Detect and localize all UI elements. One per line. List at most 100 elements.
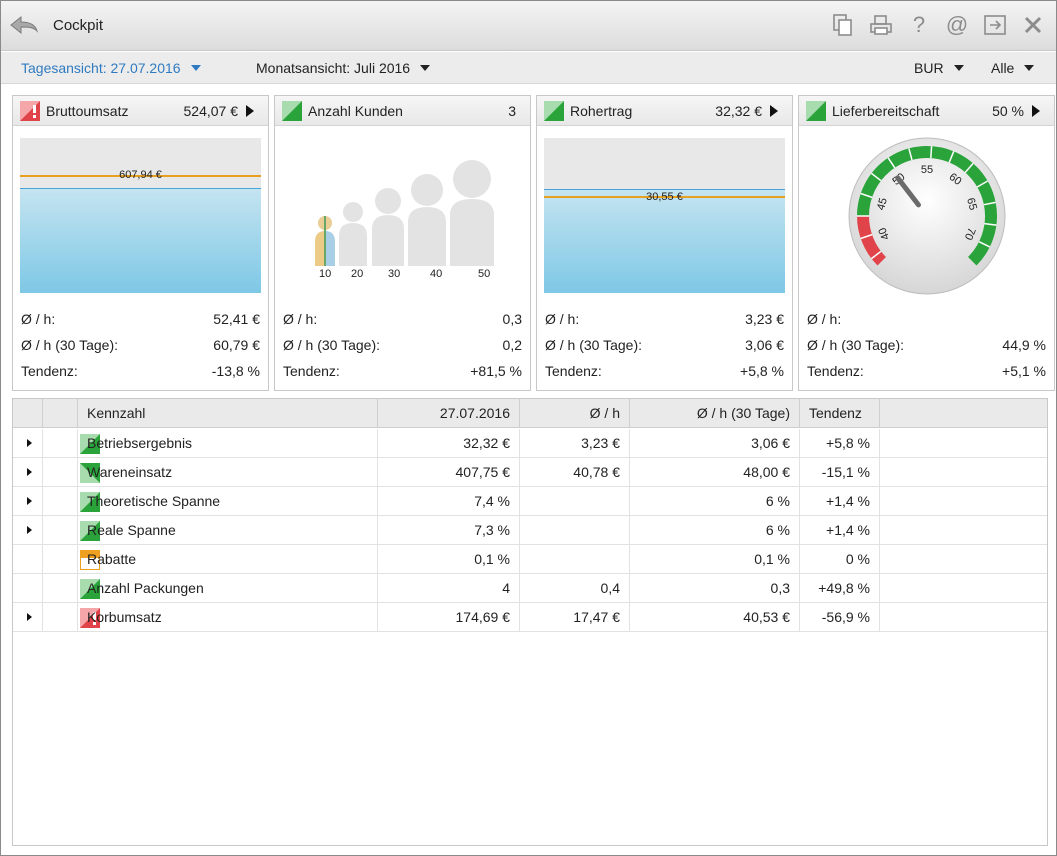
play-arrow-icon[interactable] [246,105,254,117]
card-header: Bruttoumsatz 524,07 € [13,96,268,126]
view-toolbar: Tagesansicht: 27.07.2016 Monatsansicht: … [1,52,1056,84]
day-view-dropdown[interactable]: Tagesansicht: 27.07.2016 [21,60,201,76]
card-stats: Ø / h: 0,3 Ø / h (30 Tage): 0,2 Tendenz: +8… [283,311,522,389]
current-level-line [20,188,261,189]
card-lieferbereitschaft[interactable]: Lieferbereitschaft 50 % 40455055606570 Ø… [798,95,1055,391]
stat-value: +5,1 % [1002,363,1046,379]
stat-label: Tendenz: [807,363,864,379]
customer-scale: 10 20 30 40 50 [305,268,505,284]
stat-label: Ø / h (30 Tage): [21,337,119,353]
stat-label: Ø / h (30 Tage): [283,337,381,353]
card-rohertrag[interactable]: Rohertrag 32,32 € 30,55 € Ø / h: 3,23 € Ø… [536,95,793,391]
expand-arrow-icon[interactable] [27,526,32,534]
print-icon[interactable] [868,12,894,38]
kennzahl-name: Betriebsergebnis [78,429,378,458]
stat-label: Ø / h: [283,311,318,327]
gauge-tick [930,146,933,159]
scale-label: 30 [388,268,401,280]
copy-document-icon[interactable] [830,12,856,38]
expander-cell [13,487,43,516]
table-row[interactable]: Reale Spanne 7,3 % 6 % +1,4 % [13,516,1047,545]
title-bar-icons: ? @ [830,12,1046,38]
trend-value: +49,8 % [800,574,880,603]
date-value: 0,1 % [378,545,520,574]
stat-label: Ø / h: [21,311,56,327]
stat-label: Ø / h (30 Tage): [807,337,905,353]
chevron-down-icon [190,65,201,71]
back-arrow-icon[interactable] [9,13,39,37]
table-row[interactable]: Theoretische Spanne 7,4 % 6 % +1,4 % [13,487,1047,516]
scale-label: 20 [351,268,364,280]
table-row[interactable]: Anzahl Packungen 4 0,4 0,3 +49,8 % [13,574,1047,603]
status-cell [43,574,100,603]
chevron-down-icon [420,65,431,71]
gauge-chart: 40455055606570 [848,137,1006,295]
card-title: Rohertrag [570,103,633,119]
card-bruttoumsatz[interactable]: Bruttoumsatz 524,07 € 607,94 € Ø / h: 52,… [12,95,269,391]
card-stats: Ø / h: 3,23 € Ø / h (30 Tage): 3,06 € Tend… [545,311,784,389]
stat-label: Ø / h (30 Tage): [545,337,643,353]
expand-arrow-icon[interactable] [27,468,32,476]
card-anzahl-kunden[interactable]: Anzahl Kunden 3 10 20 30 40 50 Ø / h: 0,… [274,95,531,391]
card-header: Anzahl Kunden 3 [275,96,530,126]
date-value: 4 [378,574,520,603]
expander-cell [13,516,43,545]
trend-value: 0 % [800,545,880,574]
table-row[interactable]: Rabatte 0,1 % 0,1 % 0 % [13,545,1047,574]
avg-h-30-value: 0,1 % [630,545,800,574]
status-cell [43,458,100,487]
play-arrow-icon[interactable] [1032,105,1040,117]
status-cell [43,429,100,458]
stat-label: Tendenz: [21,363,78,379]
month-view-label: Monatsansicht: Juli 2016 [256,60,411,76]
scale-label: 50 [478,268,491,280]
reference-value-label: 607,94 € [119,169,162,181]
stat-value: -13,8 % [211,363,260,379]
play-arrow-icon[interactable] [770,105,778,117]
expand-arrow-icon[interactable] [27,613,32,621]
avg-h-value: 40,78 € [520,458,630,487]
column-header-date[interactable]: 27.07.2016 [378,399,520,428]
card-stats: Ø / h: Ø / h (30 Tage): 44,9 % Tendenz: +5… [807,311,1046,389]
card-header: Rohertrag 32,32 € [537,96,792,126]
status-cell [43,516,100,545]
card-value: 3 [508,103,516,119]
stat-value: 0,3 [502,311,522,327]
column-header-avg-h-30[interactable]: Ø / h (30 Tage) [630,399,800,428]
stat-value: +5,8 % [740,363,784,379]
stat-value: +81,5 % [470,363,522,379]
stat-value: 60,79 € [213,337,260,353]
month-view-dropdown[interactable]: Monatsansicht: Juli 2016 [256,60,431,76]
table-row[interactable]: Betriebsergebnis 32,32 €3,23 €3,06 € +5,8 … [13,429,1047,458]
level-fill [544,190,785,293]
column-header-kennzahl[interactable]: Kennzahl [78,399,378,428]
status-column-header [43,399,78,428]
stat-value: 0,2 [502,337,522,353]
kennzahl-table: Kennzahl 27.07.2016 Ø / h Ø / h (30 Tage… [12,398,1048,846]
trend-value: +1,4 % [800,487,880,516]
help-icon[interactable]: ? [906,12,932,38]
export-icon[interactable] [982,12,1008,38]
stat-value: 52,41 € [213,311,260,327]
branch-dropdown[interactable]: BUR [914,60,964,76]
stat-value: 3,06 € [745,337,784,353]
stat-label: Tendenz: [283,363,340,379]
close-icon[interactable] [1020,12,1046,38]
table-row[interactable]: Wareneinsatz 407,75 €40,78 €48,00 € -15,1 … [13,458,1047,487]
filter-label: Alle [991,60,1015,76]
expand-arrow-icon[interactable] [27,497,32,505]
column-header-avg-h[interactable]: Ø / h [520,399,630,428]
table-header: Kennzahl 27.07.2016 Ø / h Ø / h (30 Tage… [13,399,1047,428]
good-status-icon [544,101,564,121]
avg-h-value: 17,47 € [520,603,630,632]
column-header-trend[interactable]: Tendenz [800,399,880,428]
avg-h-30-value: 48,00 € [630,458,800,487]
expand-arrow-icon[interactable] [27,439,32,447]
trend-value: +5,8 % [800,429,880,458]
date-value: 407,75 € [378,458,520,487]
kennzahl-name: Wareneinsatz [78,458,378,487]
cockpit-window: Cockpit ? @ Tagesansicht: 27.07.2016 Mon… [0,0,1057,856]
email-at-icon[interactable]: @ [944,12,970,38]
table-row[interactable]: Korbumsatz 174,69 €17,47 €40,53 € -56,9 % [13,603,1047,632]
filter-dropdown[interactable]: Alle [991,60,1035,76]
